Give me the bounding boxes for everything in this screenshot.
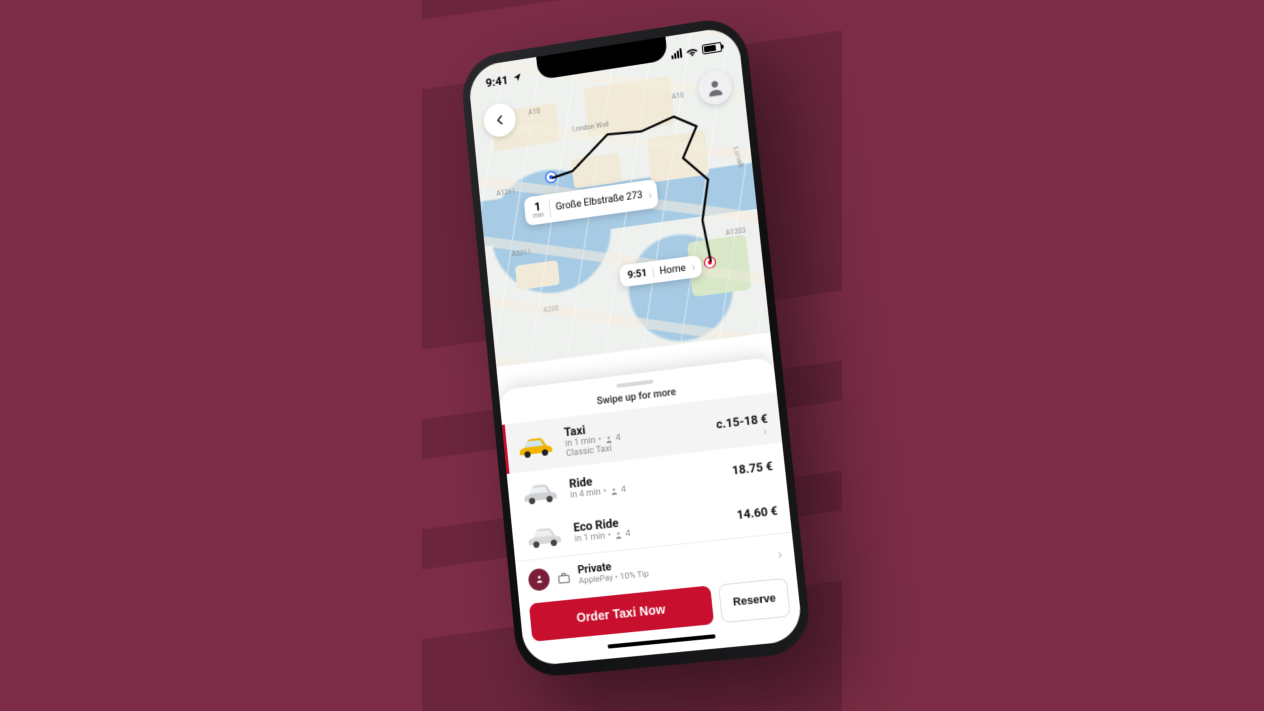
- person-icon: [609, 486, 619, 496]
- briefcase-icon: [556, 569, 571, 584]
- ride-eta: in 1 min: [574, 531, 606, 544]
- pickup-address: Große Elbstraße 273: [555, 190, 643, 213]
- chevron-right-icon: ›: [691, 261, 696, 273]
- person-icon: [604, 434, 614, 444]
- chevron-right-icon: ›: [763, 424, 768, 439]
- sheet-grab-handle[interactable]: [616, 380, 653, 388]
- destination-eta: 9:51: [627, 267, 654, 281]
- pickup-eta-unit: min: [533, 212, 545, 220]
- car-icon: [514, 430, 557, 462]
- ride-options-sheet[interactable]: Swipe up for more Taxi in 1 min: [499, 357, 804, 667]
- profile-button[interactable]: [697, 68, 734, 106]
- status-time: 9:41: [485, 71, 523, 90]
- payment-badge-icon: [527, 567, 550, 591]
- person-icon: [613, 530, 623, 540]
- arrow-left-icon: [492, 111, 508, 129]
- location-arrow-icon: [512, 71, 522, 82]
- order-button[interactable]: Order Taxi Now: [529, 585, 714, 641]
- phone-mockup: 9:41: [459, 14, 813, 679]
- cellular-icon: [671, 48, 683, 59]
- ride-seats: 4: [625, 529, 631, 540]
- ride-seats: 4: [615, 433, 621, 444]
- phone-screen: 9:41: [467, 25, 803, 666]
- back-button[interactable]: [482, 101, 517, 138]
- car-icon: [523, 520, 566, 552]
- wifi-icon: [685, 44, 699, 59]
- ride-price: 18.75 €: [731, 459, 773, 478]
- status-time-text: 9:41: [485, 73, 509, 90]
- ride-eta: in 4 min: [570, 487, 601, 500]
- chevron-right-icon: ›: [777, 546, 783, 563]
- ride-price: c.15-18 €: [716, 411, 769, 431]
- reserve-button[interactable]: Reserve: [718, 578, 791, 624]
- battery-icon: [702, 42, 722, 55]
- chevron-right-icon: ›: [648, 188, 653, 200]
- user-icon: [704, 76, 726, 99]
- car-icon: [519, 476, 562, 508]
- destination-label: Home: [659, 262, 686, 276]
- ride-price: 14.60 €: [736, 504, 778, 523]
- ride-seats: 4: [621, 485, 627, 496]
